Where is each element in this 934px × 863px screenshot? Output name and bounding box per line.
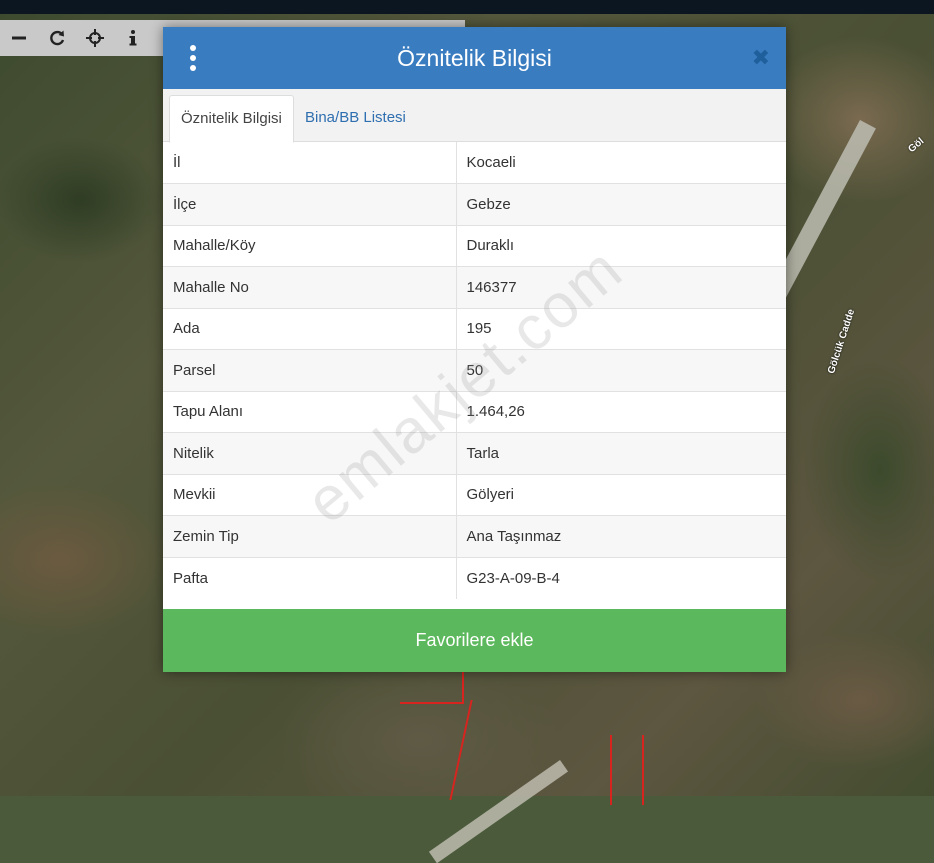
attribute-value: Duraklı	[456, 224, 786, 267]
attribute-key: Nitelik	[163, 432, 457, 474]
dialog-header: Öznitelik Bilgisi ✖	[163, 27, 786, 89]
tab-attribute-info[interactable]: Öznitelik Bilgisi	[169, 95, 294, 143]
table-row: Pafta G23-A-09-B-4	[163, 556, 786, 599]
table-row: Tapu Alanı 1.464,26	[163, 390, 786, 433]
table-row: Mevkii Gölyeri	[163, 473, 786, 516]
attribute-value: Kocaeli	[466, 154, 516, 171]
attribute-value: G23-A-09-B-4	[456, 556, 786, 599]
attribute-key: Zemin Tip	[163, 515, 457, 557]
attribute-key: Ada	[163, 307, 457, 350]
kebab-menu-icon[interactable]	[187, 45, 199, 71]
close-icon[interactable]: ✖	[752, 45, 770, 71]
attribute-value: 195	[456, 307, 786, 350]
table-row: Nitelik Tarla	[163, 432, 786, 474]
tab-building-list[interactable]: Bina/BB Listesi	[294, 95, 417, 141]
attribute-value: 1.464,26	[456, 390, 786, 433]
attribute-key: Tapu Alanı	[163, 390, 457, 433]
table-row: Ada 195	[163, 307, 786, 350]
attribute-value: Gölyeri	[456, 473, 786, 516]
tab-bar: Öznitelik Bilgisi Bina/BB Listesi	[163, 89, 786, 143]
attribute-key: Parsel	[163, 349, 457, 391]
dialog-title: Öznitelik Bilgisi	[397, 44, 552, 71]
parcel-boundary	[400, 672, 464, 704]
crosshair-icon[interactable]	[76, 20, 114, 56]
attribute-value: 50	[456, 349, 786, 391]
table-row: Mahalle/Köy Duraklı	[163, 224, 786, 267]
table-row: Mahalle No 146377	[163, 266, 786, 308]
info-icon[interactable]	[114, 20, 152, 56]
table-row: Zemin Tip Ana Taşınmaz	[163, 515, 786, 557]
parcel-boundary	[610, 735, 644, 805]
attribute-value: Gebze	[456, 183, 786, 225]
attribute-key: İl	[163, 142, 457, 184]
attribute-value: Ana Taşınmaz	[456, 515, 786, 557]
attribute-table: İl Kocaeli İlçe Gebze Mahalle/Köy Duraklı M…	[163, 142, 786, 599]
table-row: İl Kocaeli	[163, 142, 786, 184]
attribute-value: 146377	[456, 266, 786, 308]
minus-icon[interactable]	[0, 20, 38, 56]
attribute-key: Mahalle No	[163, 266, 457, 308]
table-row: İlçe Gebze	[163, 183, 786, 225]
attribute-key: İlçe	[163, 183, 457, 225]
attribute-info-dialog: Öznitelik Bilgisi ✖ Öznitelik Bilgisi Bi…	[163, 27, 786, 672]
add-to-favorites-button[interactable]: Favorilere ekle	[163, 609, 786, 672]
attribute-key: Mevkii	[163, 473, 457, 516]
top-bar	[0, 0, 934, 14]
refresh-icon[interactable]	[38, 20, 76, 56]
table-row: Parsel 50	[163, 349, 786, 391]
attribute-value: Tarla	[456, 432, 786, 474]
attribute-key: Mahalle/Köy	[163, 224, 457, 267]
attribute-key: Pafta	[163, 556, 457, 599]
